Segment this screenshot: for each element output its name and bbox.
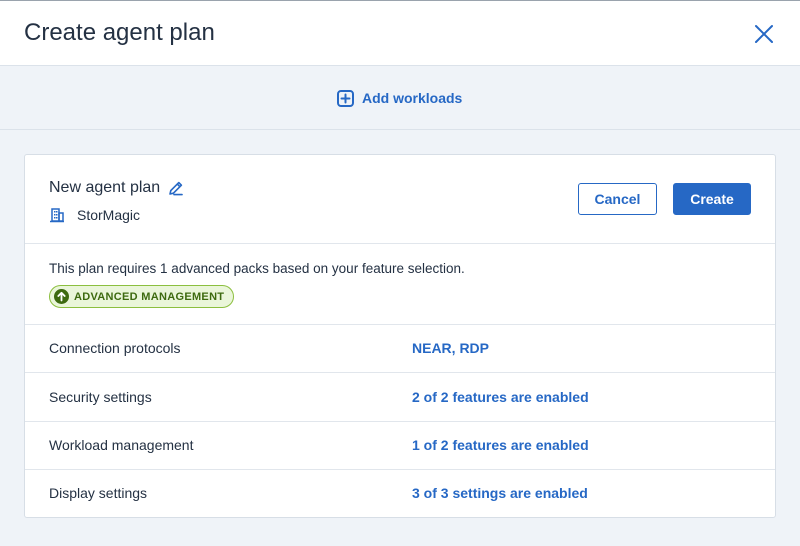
settings-row-security: Security settings 2 of 2 features are en… xyxy=(25,374,775,422)
close-icon xyxy=(755,25,773,43)
settings-row-connection-protocols: Connection protocols NEAR, RDP xyxy=(25,325,775,373)
tenant-name: StorMagic xyxy=(77,207,141,223)
add-workloads-label: Add workloads xyxy=(362,90,463,106)
arrow-up-circle-icon xyxy=(54,289,69,304)
settings-row-label: Display settings xyxy=(49,485,148,501)
plan-card: New agent plan StorMagic Cancel Create T… xyxy=(24,154,776,518)
plan-name-row: New agent plan xyxy=(49,179,184,197)
advanced-packs-section: This plan requires 1 advanced packs base… xyxy=(25,244,775,325)
security-settings-link[interactable]: 2 of 2 features are enabled xyxy=(412,389,589,405)
settings-row-label: Connection protocols xyxy=(49,340,181,356)
plan-name: New agent plan xyxy=(49,179,161,196)
advanced-management-badge: ADVANCED MANAGEMENT xyxy=(49,285,235,308)
dialog-header: Create agent plan xyxy=(0,0,800,66)
settings-row-workload-management: Workload management 1 of 2 features are … xyxy=(25,422,775,470)
workload-management-link[interactable]: 1 of 2 features are enabled xyxy=(412,437,589,453)
connection-protocols-link[interactable]: NEAR, RDP xyxy=(412,340,489,356)
plan-header: New agent plan StorMagic Cancel Create xyxy=(25,155,775,244)
settings-row-display: Display settings 3 of 3 settings are ena… xyxy=(25,470,775,518)
building-icon xyxy=(50,208,64,223)
create-button[interactable]: Create xyxy=(673,183,751,215)
cancel-button[interactable]: Cancel xyxy=(578,183,657,215)
pencil-icon[interactable] xyxy=(168,180,184,196)
badge-label: ADVANCED MANAGEMENT xyxy=(74,290,225,303)
workloads-bar: Add workloads xyxy=(0,66,800,130)
plus-square-icon xyxy=(337,89,354,107)
close-button[interactable] xyxy=(752,22,776,46)
dialog-title: Create agent plan xyxy=(24,19,215,46)
advanced-packs-message: This plan requires 1 advanced packs base… xyxy=(49,261,465,276)
settings-row-label: Workload management xyxy=(49,437,194,453)
add-workloads-button[interactable]: Add workloads xyxy=(337,88,462,108)
settings-row-label: Security settings xyxy=(49,389,152,405)
display-settings-link[interactable]: 3 of 3 settings are enabled xyxy=(412,485,588,501)
tenant-row: StorMagic xyxy=(49,207,140,223)
